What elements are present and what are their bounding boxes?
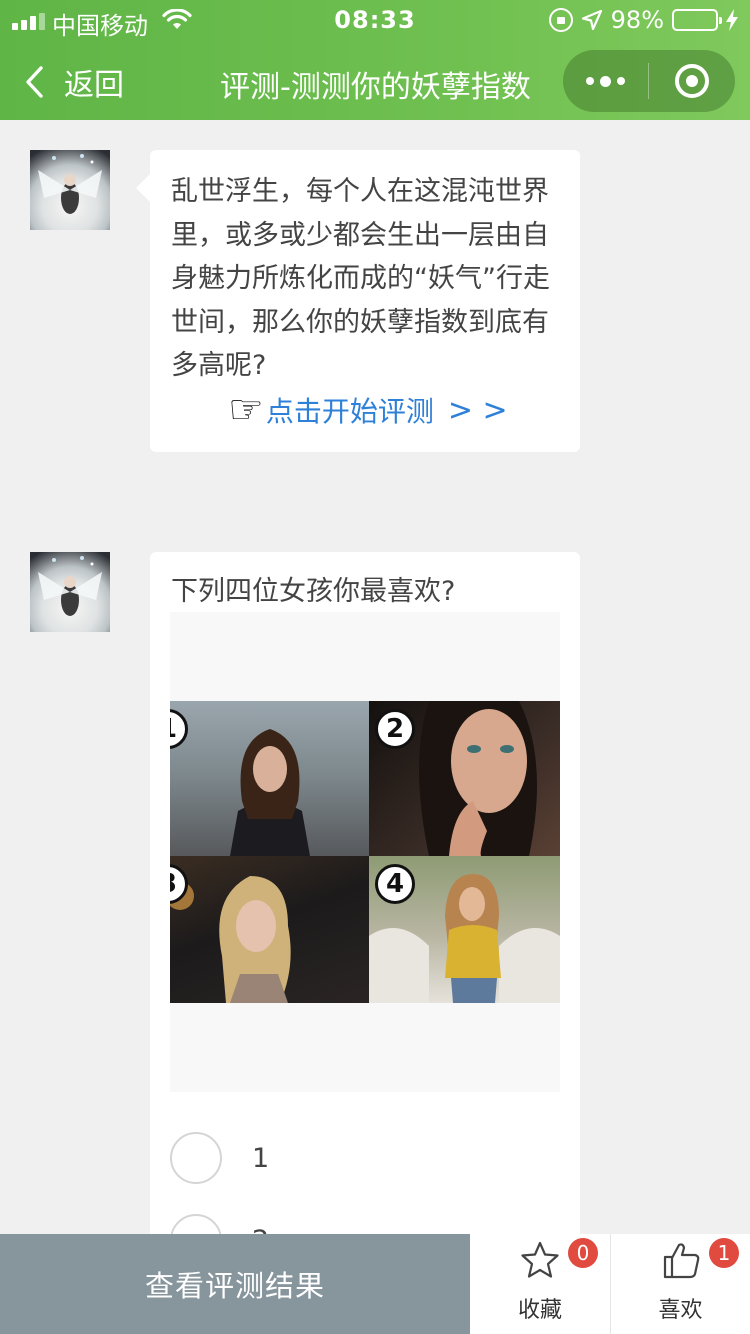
battery-icon <box>672 9 722 31</box>
star-icon <box>521 1241 559 1278</box>
question-text: 下列四位女孩你最喜欢? <box>171 576 456 607</box>
status-bar: 中国移动 08:33 98% <box>0 0 750 40</box>
option-label: 1 <box>252 1142 270 1174</box>
collect-button[interactable]: 收藏 0 <box>470 1234 610 1334</box>
start-test-label: 点击开始评测 <box>265 395 434 428</box>
pointing-hand-icon: ☞ <box>228 387 264 433</box>
more-dots-icon[interactable] <box>563 50 648 112</box>
photo-girl-2: 2 <box>369 701 560 856</box>
like-button[interactable]: 喜欢 1 <box>610 1234 750 1334</box>
location-arrow-icon <box>581 9 602 31</box>
photo-number: 2 <box>375 709 415 749</box>
avatar <box>30 552 110 632</box>
close-target-icon <box>675 64 709 98</box>
avatar <box>30 150 110 230</box>
app-header: 中国移动 08:33 98% 返回 评测-测测你的妖孽指数 <box>0 0 750 120</box>
close-button[interactable] <box>649 50 735 112</box>
photo-number: 4 <box>375 864 415 904</box>
radio-button[interactable] <box>170 1132 222 1184</box>
like-count-badge: 1 <box>709 1238 739 1268</box>
back-label: 返回 <box>64 68 124 103</box>
back-chevron-icon <box>26 66 43 98</box>
nav-bar: 返回 评测-测测你的妖孽指数 <box>0 40 750 120</box>
charging-icon <box>726 9 738 31</box>
start-test-link[interactable]: ☞ 点击开始评测 > > <box>228 390 508 430</box>
view-result-button[interactable]: 查看评测结果 <box>0 1234 470 1334</box>
back-button[interactable]: 返回 <box>24 60 124 104</box>
intro-message-bubble: 乱世浮生，每个人在这混沌世界里，或多或少都会生出一层由自身魅力所炼化而成的“妖气… <box>136 150 580 452</box>
bottom-bar: 查看评测结果 收藏 0 喜欢 1 <box>0 1234 750 1334</box>
intro-text: 乱世浮生，每个人在这混沌世界里，或多或少都会生出一层由自身魅力所炼化而成的“妖气… <box>171 176 550 381</box>
miniprogram-capsule <box>563 50 735 112</box>
double-chevron-icon: > > <box>447 392 508 428</box>
orientation-lock-icon <box>548 8 573 32</box>
answer-option[interactable]: 1 <box>170 1132 269 1184</box>
collect-count-badge: 0 <box>568 1238 598 1268</box>
thumbs-up-icon <box>663 1243 699 1279</box>
like-label: 喜欢 <box>658 1298 703 1323</box>
question-message-bubble: 下列四位女孩你最喜欢? 1 2 <box>150 552 580 1334</box>
battery-percent: 98% <box>610 6 664 34</box>
page-title: 评测-测测你的妖孽指数 <box>220 70 531 102</box>
collect-label: 收藏 <box>517 1298 562 1323</box>
photo-girl-3: 3 <box>170 856 369 1003</box>
photo-girl-1: 1 <box>170 701 369 856</box>
photo-girl-4: 4 <box>369 856 560 1003</box>
question-image: 1 2 3 <box>170 612 560 1092</box>
